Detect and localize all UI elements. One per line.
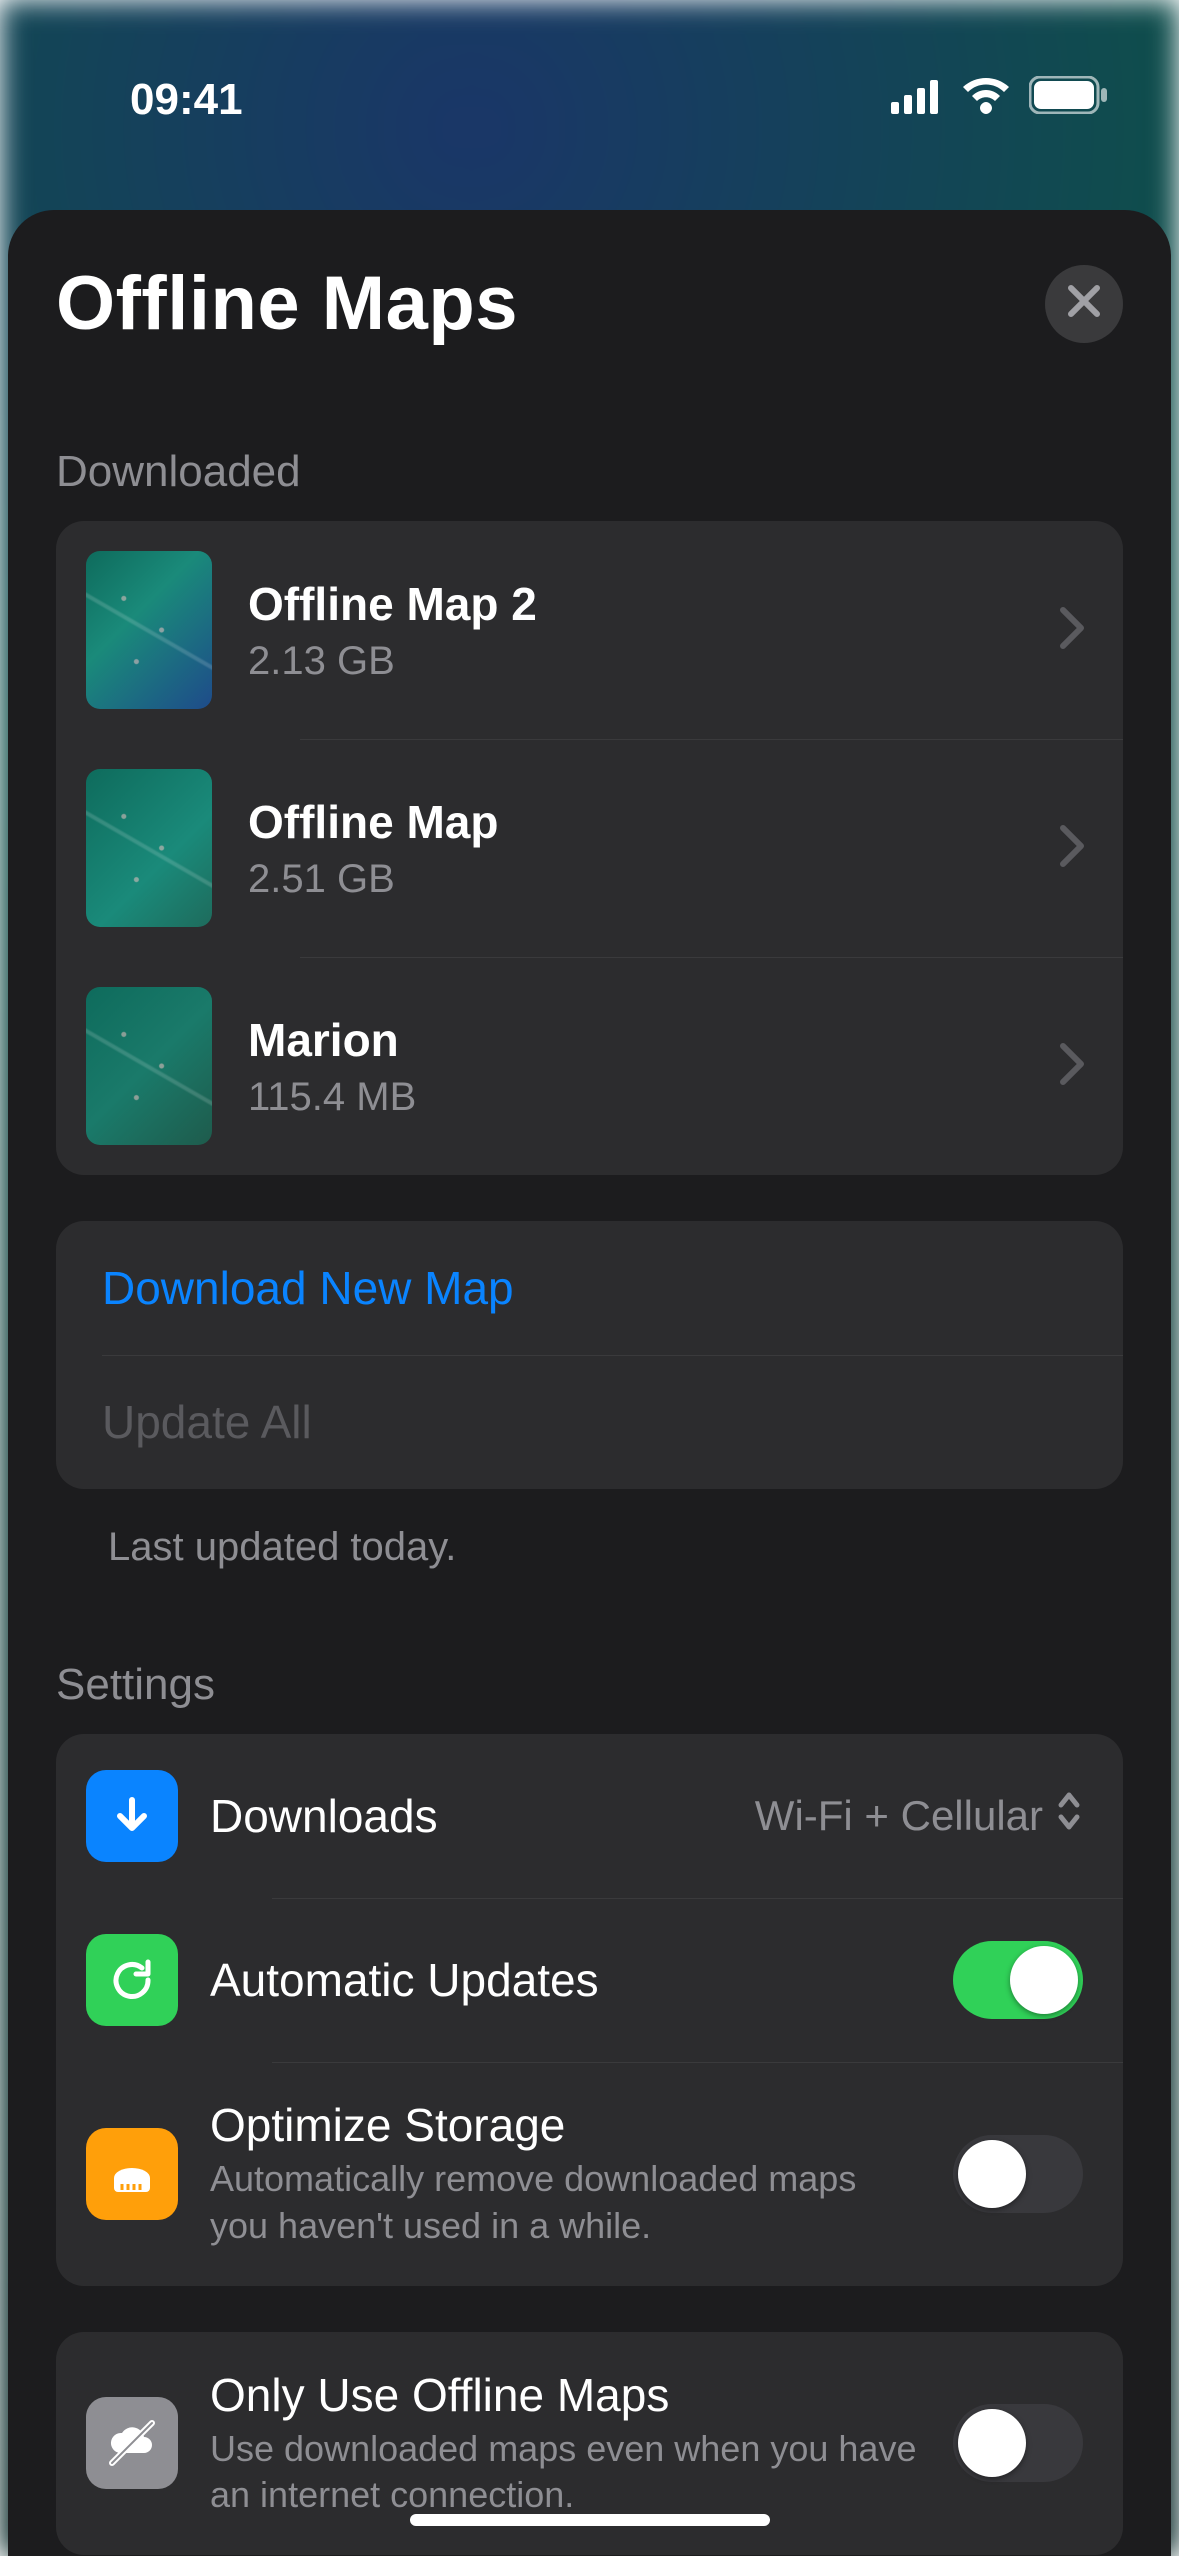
map-size: 115.4 MB xyxy=(248,1075,1023,1120)
download-new-map-button[interactable]: Download New Map xyxy=(56,1221,1123,1355)
status-time: 09:41 xyxy=(130,75,243,125)
only-offline-toggle[interactable] xyxy=(953,2404,1083,2482)
setting-label: Automatic Updates xyxy=(210,1953,921,2007)
chevron-right-icon xyxy=(1059,606,1087,655)
download-icon xyxy=(86,1770,178,1862)
setting-label: Downloads xyxy=(210,1789,723,1843)
map-row-offline-map-2[interactable]: Offline Map 2 2.13 GB xyxy=(56,521,1123,739)
update-all-button[interactable]: Update All xyxy=(56,1355,1123,1489)
map-thumbnail xyxy=(86,769,212,927)
offline-maps-sheet: Offline Maps Downloaded Offline Map 2 2.… xyxy=(8,210,1171,2556)
downloaded-section-label: Downloaded xyxy=(8,407,1171,521)
status-bar: 09:41 xyxy=(0,0,1179,150)
setting-description: Use downloaded maps even when you have a… xyxy=(210,2426,921,2520)
map-name: Marion xyxy=(248,1013,1023,1067)
settings-section-label: Settings xyxy=(8,1570,1171,1734)
storage-icon xyxy=(86,2128,178,2220)
setting-automatic-updates[interactable]: Automatic Updates xyxy=(56,1898,1123,2062)
close-icon xyxy=(1065,282,1103,325)
page-title: Offline Maps xyxy=(56,260,518,347)
up-down-chevron-icon xyxy=(1055,1789,1083,1843)
map-thumbnail xyxy=(86,987,212,1145)
setting-downloads[interactable]: Downloads Wi-Fi + Cellular xyxy=(56,1734,1123,1898)
battery-icon xyxy=(1029,75,1109,125)
map-name: Offline Map xyxy=(248,795,1023,849)
setting-label: Only Use Offline Maps xyxy=(210,2368,921,2422)
map-thumbnail xyxy=(86,551,212,709)
offline-cloud-icon xyxy=(86,2397,178,2489)
chevron-right-icon xyxy=(1059,824,1087,873)
last-updated-note: Last updated today. xyxy=(8,1489,1171,1570)
map-size: 2.51 GB xyxy=(248,857,1023,902)
map-name: Offline Map 2 xyxy=(248,577,1023,631)
downloads-value-text: Wi-Fi + Cellular xyxy=(755,1792,1043,1840)
settings-group-1: Downloads Wi-Fi + Cellular Automatic Upd… xyxy=(56,1734,1123,2286)
optimize-storage-toggle[interactable] xyxy=(953,2135,1083,2213)
chevron-right-icon xyxy=(1059,1042,1087,1091)
map-row-offline-map[interactable]: Offline Map 2.51 GB xyxy=(56,739,1123,957)
wifi-icon xyxy=(961,75,1011,125)
close-button[interactable] xyxy=(1045,265,1123,343)
setting-value: Wi-Fi + Cellular xyxy=(755,1789,1083,1843)
download-actions: Download New Map Update All xyxy=(56,1221,1123,1489)
setting-description: Automatically remove downloaded maps you… xyxy=(210,2156,921,2250)
setting-optimize-storage[interactable]: Optimize Storage Automatically remove do… xyxy=(56,2062,1123,2286)
setting-label: Optimize Storage xyxy=(210,2098,921,2152)
map-row-marion[interactable]: Marion 115.4 MB xyxy=(56,957,1123,1175)
downloaded-maps-list: Offline Map 2 2.13 GB Offline Map 2.51 G… xyxy=(56,521,1123,1175)
cellular-icon xyxy=(891,75,943,125)
map-size: 2.13 GB xyxy=(248,639,1023,684)
home-indicator[interactable] xyxy=(410,2514,770,2526)
automatic-updates-toggle[interactable] xyxy=(953,1941,1083,2019)
refresh-icon xyxy=(86,1934,178,2026)
